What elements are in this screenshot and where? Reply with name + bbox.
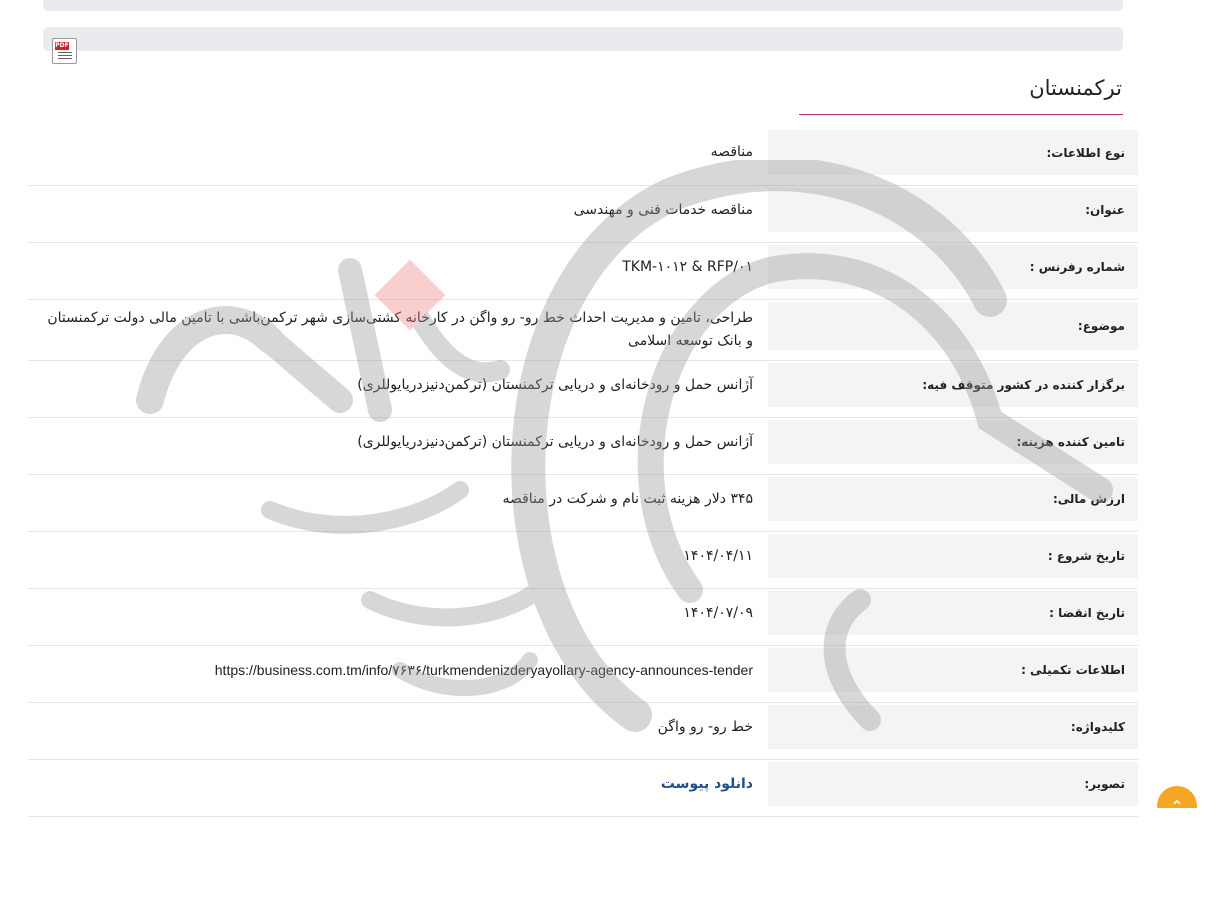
row-value: طراحی، تامین و مدیریت احداث خط رو- رو وا…: [47, 310, 753, 349]
row-label: موضوع:: [768, 302, 1138, 350]
row-label: اطلاعات تکمیلی :: [768, 648, 1138, 692]
row-value: ۱۴۰۴/۰۴/۱۱: [683, 547, 753, 564]
table-row: موضوع: طراحی، تامین و مدیریت احداث خط رو…: [28, 300, 1138, 361]
row-value: https://business.com.tm/info/۷۶۳۶/turkme…: [28, 646, 768, 702]
title-underline: [799, 114, 1123, 115]
page: PDF ترکمنستان نوع اطلاعات: مناقصه عنوان:…: [0, 0, 1222, 904]
row-value: TKM-۱۰۱۲ & RFP/۰۱: [622, 258, 753, 275]
table-row: ارزش مالی: ۳۴۵ دلار هزینه ثبت نام و شرکت…: [28, 475, 1138, 532]
table-row: شماره رفرنس : TKM-۱۰۱۲ & RFP/۰۱: [28, 243, 1138, 300]
table-row: برگزار کننده در کشور متوقف فیه: آژانس حم…: [28, 361, 1138, 418]
row-label: تاریخ شروع :: [768, 534, 1138, 578]
additional-info-url[interactable]: https://business.com.tm/info/۷۶۳۶/turkme…: [215, 659, 753, 682]
table-row: کلیدواژه: خط رو- رو واگن: [28, 703, 1138, 760]
row-value: خط رو- رو واگن: [657, 718, 753, 735]
row-label: برگزار کننده در کشور متوقف فیه:: [768, 363, 1138, 407]
row-value: آژانس حمل و رودخانه‌ای و دریایی ترکمنستا…: [357, 433, 753, 450]
row-label: شماره رفرنس :: [768, 245, 1138, 289]
table-row: عنوان: مناقصه خدمات فنی و مهندسی: [28, 186, 1138, 243]
table-row: تاریخ شروع : ۱۴۰۴/۰۴/۱۱: [28, 532, 1138, 589]
row-value: آژانس حمل و رودخانه‌ای و دریایی ترکمنستا…: [357, 376, 753, 393]
table-row: تاریخ انقضا : ۱۴۰۴/۰۷/۰۹: [28, 589, 1138, 646]
attachments-bar: [43, 27, 1123, 51]
table-row: نوع اطلاعات: مناقصه: [28, 128, 1138, 186]
row-label: تصویر:: [768, 762, 1138, 806]
row-value: مناقصه: [710, 144, 753, 160]
row-label: تامین کننده هزینه:: [768, 420, 1138, 464]
row-label: عنوان:: [768, 188, 1138, 232]
row-label: کلیدواژه:: [768, 705, 1138, 749]
row-value: ۳۴۵ دلار هزینه ثبت نام و شرکت در مناقصه: [502, 490, 753, 507]
row-label: تاریخ انقضا :: [768, 591, 1138, 635]
info-table: نوع اطلاعات: مناقصه عنوان: مناقصه خدمات …: [28, 128, 1138, 817]
row-value: مناقصه خدمات فنی و مهندسی: [573, 201, 753, 218]
pdf-file-icon[interactable]: PDF: [52, 38, 77, 64]
table-row: اطلاعات تکمیلی : https://business.com.tm…: [28, 646, 1138, 703]
row-value: دانلود پیوست: [28, 760, 768, 816]
top-section-bar: [43, 0, 1123, 11]
download-attachment-link[interactable]: دانلود پیوست: [661, 773, 753, 796]
row-value: ۱۴۰۴/۰۷/۰۹: [683, 604, 753, 621]
table-row: تصویر: دانلود پیوست: [28, 760, 1138, 817]
row-label: نوع اطلاعات:: [768, 130, 1138, 175]
table-row: تامین کننده هزینه: آژانس حمل و رودخانه‌ا…: [28, 418, 1138, 475]
row-label: ارزش مالی:: [768, 477, 1138, 521]
page-title: ترکمنستان: [1029, 76, 1122, 100]
viewport-clip: [1150, 808, 1210, 838]
